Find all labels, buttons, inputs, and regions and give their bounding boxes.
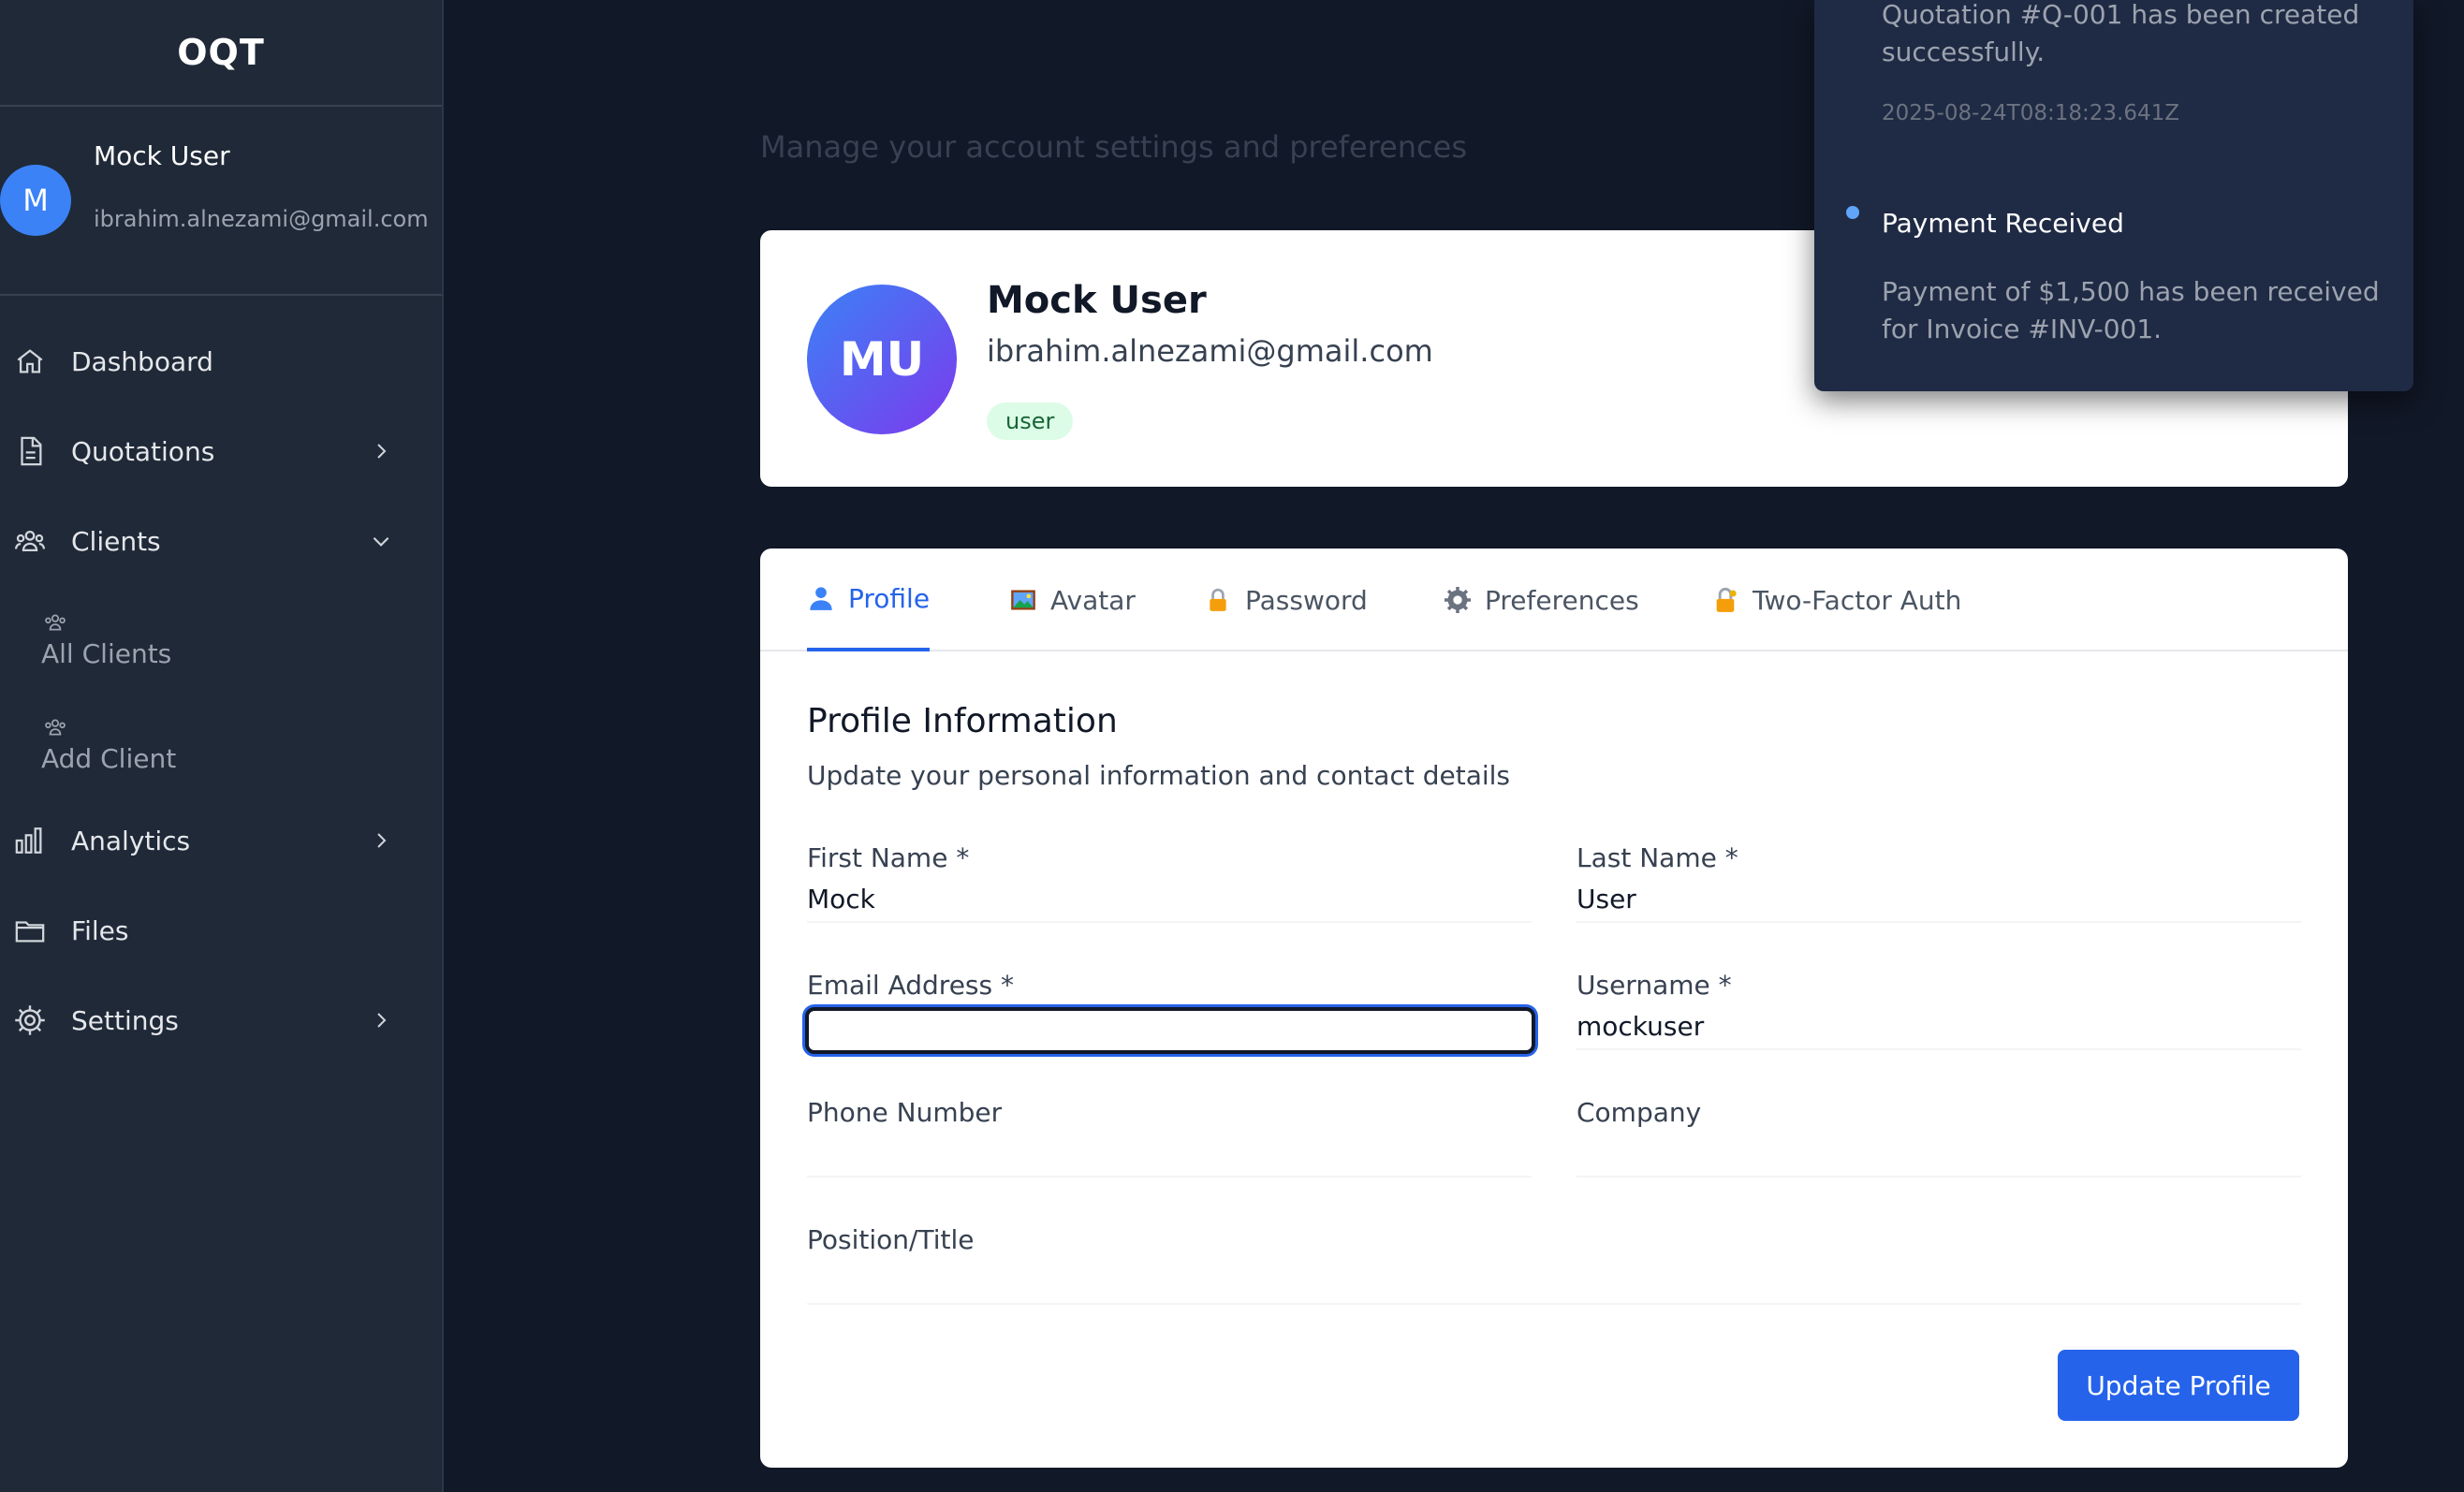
tab-password[interactable]: Password bbox=[1204, 549, 1368, 651]
user-summary: M Mock User ibrahim.alnezami@gmail.com bbox=[0, 107, 442, 296]
form-title: Profile Information bbox=[807, 702, 1118, 740]
tab-avatar[interactable]: Avatar bbox=[1009, 549, 1136, 651]
notification-message: Quotation #Q-001 has been created succes… bbox=[1882, 0, 2360, 67]
avatar: MU bbox=[807, 285, 957, 434]
lock-icon bbox=[1204, 586, 1232, 614]
tab-label: Avatar bbox=[1050, 584, 1136, 616]
sidebar-item-dashboard[interactable]: Dashboard bbox=[0, 324, 444, 399]
settings-card: Profile Avatar Password Preferences Two-… bbox=[760, 549, 2348, 1468]
app-brand[interactable]: OQT bbox=[0, 0, 442, 107]
gear-icon bbox=[1444, 586, 1472, 614]
profile-email: ibrahim.alnezami@gmail.com bbox=[987, 333, 1433, 369]
folder-icon bbox=[11, 912, 49, 949]
users-icon bbox=[41, 610, 69, 635]
tab-label: Password bbox=[1245, 584, 1368, 616]
settings-tabs: Profile Avatar Password Preferences Two-… bbox=[760, 549, 2348, 651]
company-field[interactable] bbox=[1577, 1131, 2301, 1178]
form-description: Update your personal information and con… bbox=[807, 760, 1511, 791]
sidebar-item-files[interactable]: Files bbox=[0, 893, 444, 968]
username-label: Username * bbox=[1577, 970, 1732, 1001]
phone-label: Phone Number bbox=[807, 1097, 1003, 1128]
sidebar-item-quotations[interactable]: Quotations bbox=[0, 414, 444, 489]
last-name-field[interactable] bbox=[1577, 876, 2301, 923]
sidebar-item-label: Analytics bbox=[71, 825, 191, 856]
sidebar-item-label: Quotations bbox=[71, 435, 215, 467]
page-subtitle: Manage your account settings and prefere… bbox=[760, 129, 1467, 165]
tab-label: Preferences bbox=[1485, 584, 1639, 616]
tab-preferences[interactable]: Preferences bbox=[1444, 549, 1639, 651]
first-name-label: First Name * bbox=[807, 842, 970, 873]
email-field[interactable] bbox=[805, 1007, 1535, 1054]
sidebar-item-label: Dashboard bbox=[71, 345, 213, 377]
sidebar-subitem-label: All Clients bbox=[41, 638, 172, 669]
image-icon bbox=[1009, 586, 1037, 614]
users-icon bbox=[11, 522, 49, 560]
phone-field[interactable] bbox=[807, 1131, 1532, 1178]
chevron-right-icon[interactable] bbox=[367, 826, 395, 855]
email-label: Email Address * bbox=[807, 970, 1014, 1001]
sidebar-item-label: Settings bbox=[71, 1004, 179, 1036]
role-badge: user bbox=[987, 402, 1074, 440]
sidebar-subitem-all-clients[interactable]: All Clients bbox=[41, 610, 171, 669]
sidebar: OQT M Mock User ibrahim.alnezami@gmail.c… bbox=[0, 0, 444, 1492]
lock-key-icon bbox=[1711, 586, 1739, 614]
gear-icon bbox=[11, 1002, 49, 1039]
notification-title[interactable]: Payment Received bbox=[1882, 208, 2124, 239]
sidebar-item-settings[interactable]: Settings bbox=[0, 983, 444, 1058]
position-field[interactable] bbox=[807, 1258, 2301, 1305]
chevron-down-icon[interactable] bbox=[367, 527, 395, 555]
sidebar-item-label: Files bbox=[71, 914, 129, 946]
tab-label: Two-Factor Auth bbox=[1753, 584, 1962, 616]
bar-chart-icon bbox=[11, 822, 49, 859]
home-icon bbox=[11, 343, 49, 380]
document-icon bbox=[11, 432, 49, 470]
avatar: M bbox=[0, 165, 71, 236]
sidebar-subitem-label: Add Client bbox=[41, 743, 177, 774]
position-label: Position/Title bbox=[807, 1224, 975, 1255]
sidebar-item-label: Clients bbox=[71, 525, 161, 557]
notifications-dropdown: Quotation #Q-001 has been created succes… bbox=[1814, 0, 2413, 391]
update-profile-button[interactable]: Update Profile bbox=[2058, 1350, 2299, 1421]
last-name-label: Last Name * bbox=[1577, 842, 1738, 873]
unread-dot bbox=[1846, 206, 1859, 219]
notification-time: 2025-08-24T08:18:23.641Z bbox=[1882, 101, 2179, 125]
user-icon bbox=[807, 584, 835, 612]
user-email: ibrahim.alnezami@gmail.com bbox=[94, 206, 429, 232]
tab-profile[interactable]: Profile bbox=[807, 549, 931, 651]
chevron-right-icon[interactable] bbox=[367, 437, 395, 465]
tab-label: Profile bbox=[848, 582, 931, 614]
user-name: Mock User bbox=[94, 140, 230, 171]
users-icon bbox=[41, 715, 69, 739]
chevron-right-icon[interactable] bbox=[367, 1006, 395, 1034]
profile-name: Mock User bbox=[987, 279, 1207, 322]
notification-message: Payment of $1,500 has been received for … bbox=[1882, 276, 2380, 344]
sidebar-item-clients[interactable]: Clients bbox=[0, 504, 444, 578]
first-name-field[interactable] bbox=[807, 876, 1532, 923]
username-field[interactable] bbox=[1577, 1003, 2301, 1050]
sidebar-item-analytics[interactable]: Analytics bbox=[0, 803, 444, 878]
sidebar-subitem-add-client[interactable]: Add Client bbox=[41, 715, 176, 774]
tab-two-factor-auth[interactable]: Two-Factor Auth bbox=[1711, 549, 1961, 651]
company-label: Company bbox=[1577, 1097, 1702, 1128]
